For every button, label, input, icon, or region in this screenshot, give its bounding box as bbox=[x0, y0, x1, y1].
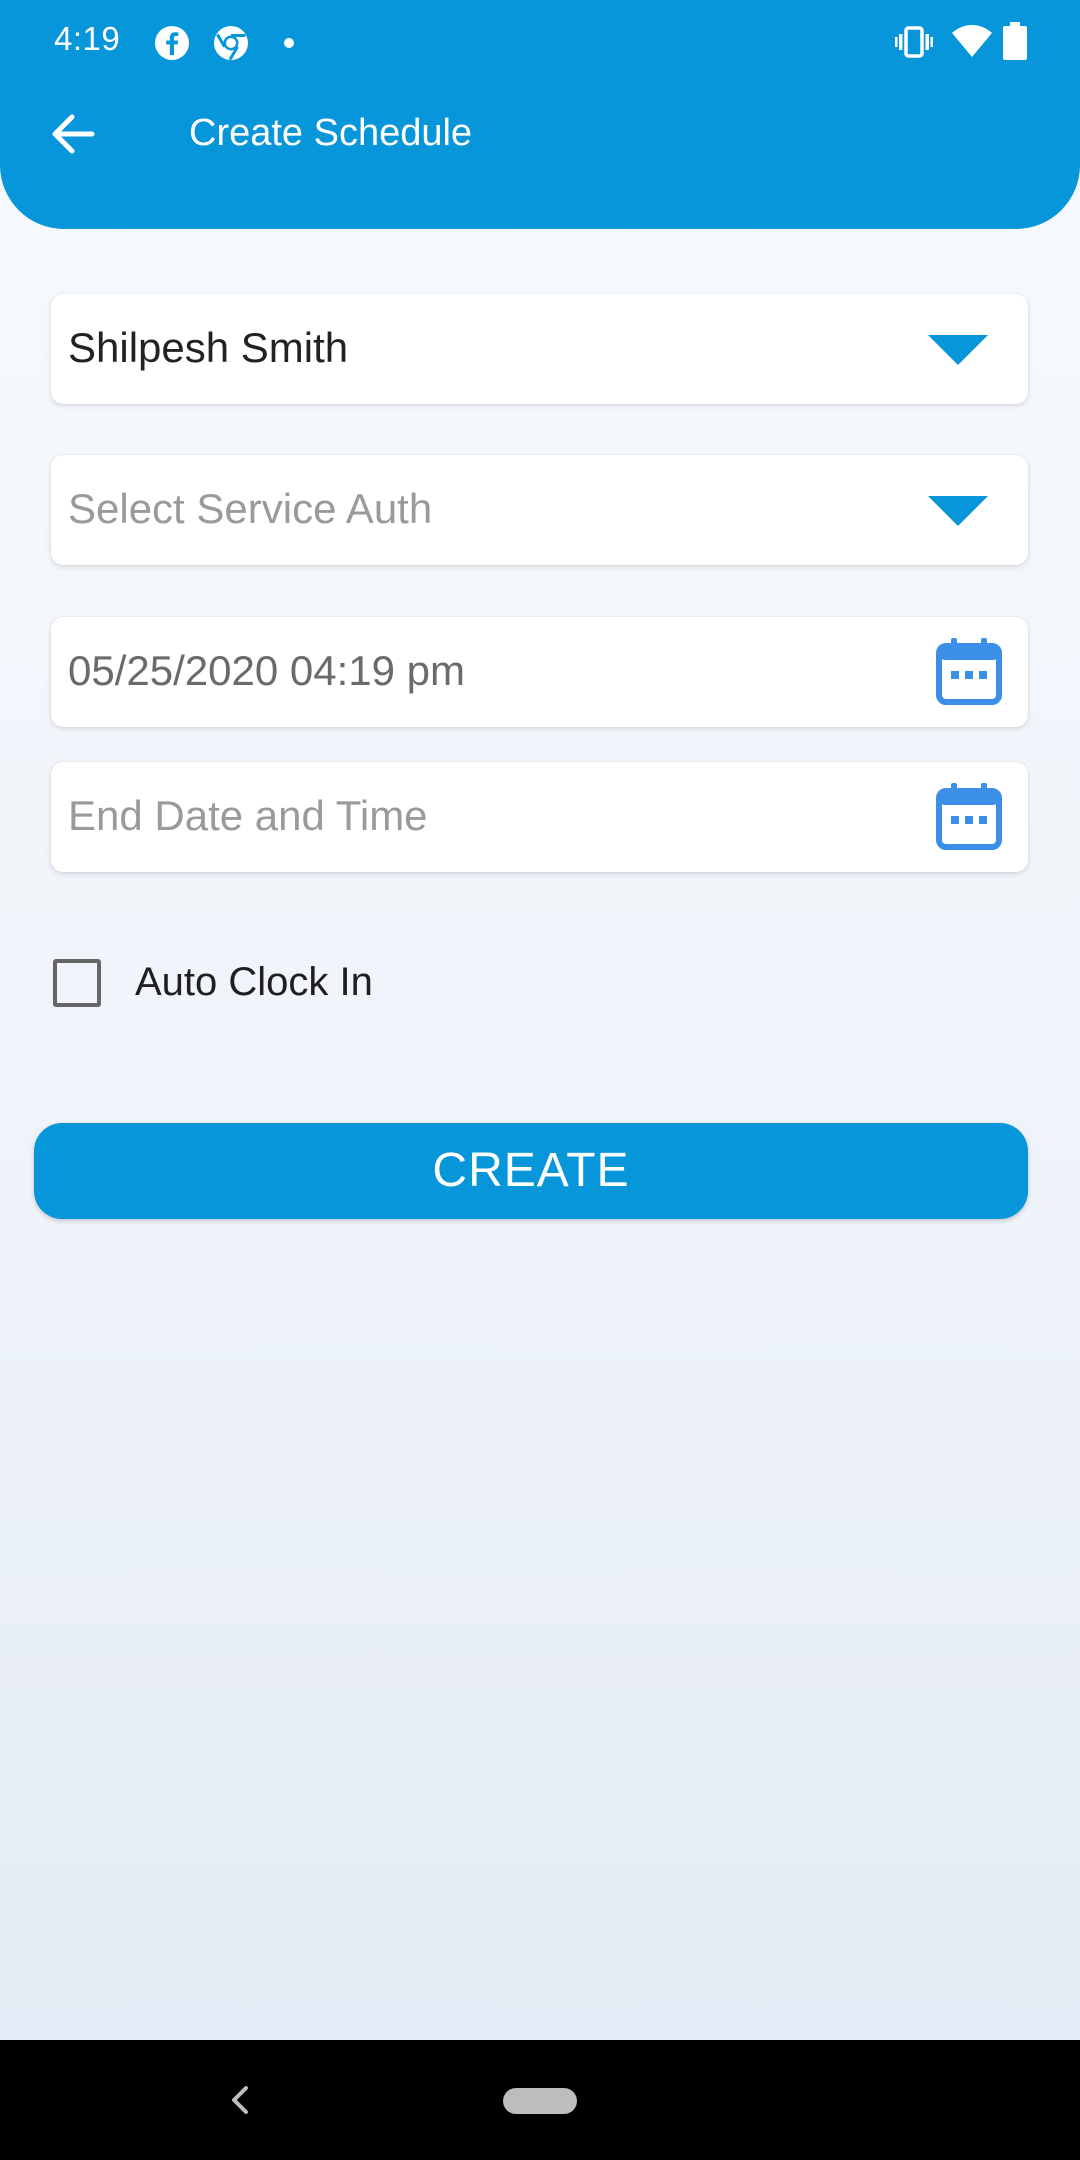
status-bar: 4:19 bbox=[0, 0, 1080, 84]
wifi-icon bbox=[952, 25, 992, 57]
vibrate-icon bbox=[895, 26, 933, 58]
create-button[interactable]: CREATE bbox=[34, 1123, 1028, 1219]
calendar-icon[interactable] bbox=[936, 637, 1002, 705]
chrome-icon bbox=[214, 26, 248, 61]
start-datetime-value: 05/25/2020 04:19 pm bbox=[68, 647, 465, 694]
nav-home-pill[interactable] bbox=[503, 2088, 577, 2114]
status-time: 4:19 bbox=[54, 20, 121, 57]
auto-clock-in-checkbox[interactable] bbox=[53, 959, 101, 1007]
service-auth-placeholder: Select Service Auth bbox=[68, 485, 433, 532]
start-datetime-field[interactable]: 05/25/2020 04:19 pm bbox=[51, 617, 1028, 727]
nav-back-icon[interactable] bbox=[226, 2084, 254, 2116]
calendar-icon[interactable] bbox=[936, 782, 1002, 850]
auto-clock-in-label: Auto Clock In bbox=[135, 960, 373, 1004]
battery-icon bbox=[1003, 22, 1027, 60]
dropdown-arrow-icon[interactable] bbox=[928, 335, 988, 365]
facebook-icon bbox=[155, 26, 189, 60]
system-nav-bar bbox=[0, 2040, 1080, 2160]
end-datetime-placeholder: End Date and Time bbox=[68, 792, 428, 839]
client-select-value: Shilpesh Smith bbox=[68, 324, 349, 371]
back-arrow-icon[interactable] bbox=[44, 104, 104, 164]
dot-icon bbox=[284, 38, 294, 48]
client-select[interactable]: Shilpesh Smith bbox=[51, 294, 1028, 404]
dropdown-arrow-icon[interactable] bbox=[928, 496, 988, 526]
service-auth-select[interactable]: Select Service Auth bbox=[51, 455, 1028, 565]
end-datetime-field[interactable]: End Date and Time bbox=[51, 762, 1028, 872]
page-title: Create Schedule bbox=[189, 112, 473, 154]
